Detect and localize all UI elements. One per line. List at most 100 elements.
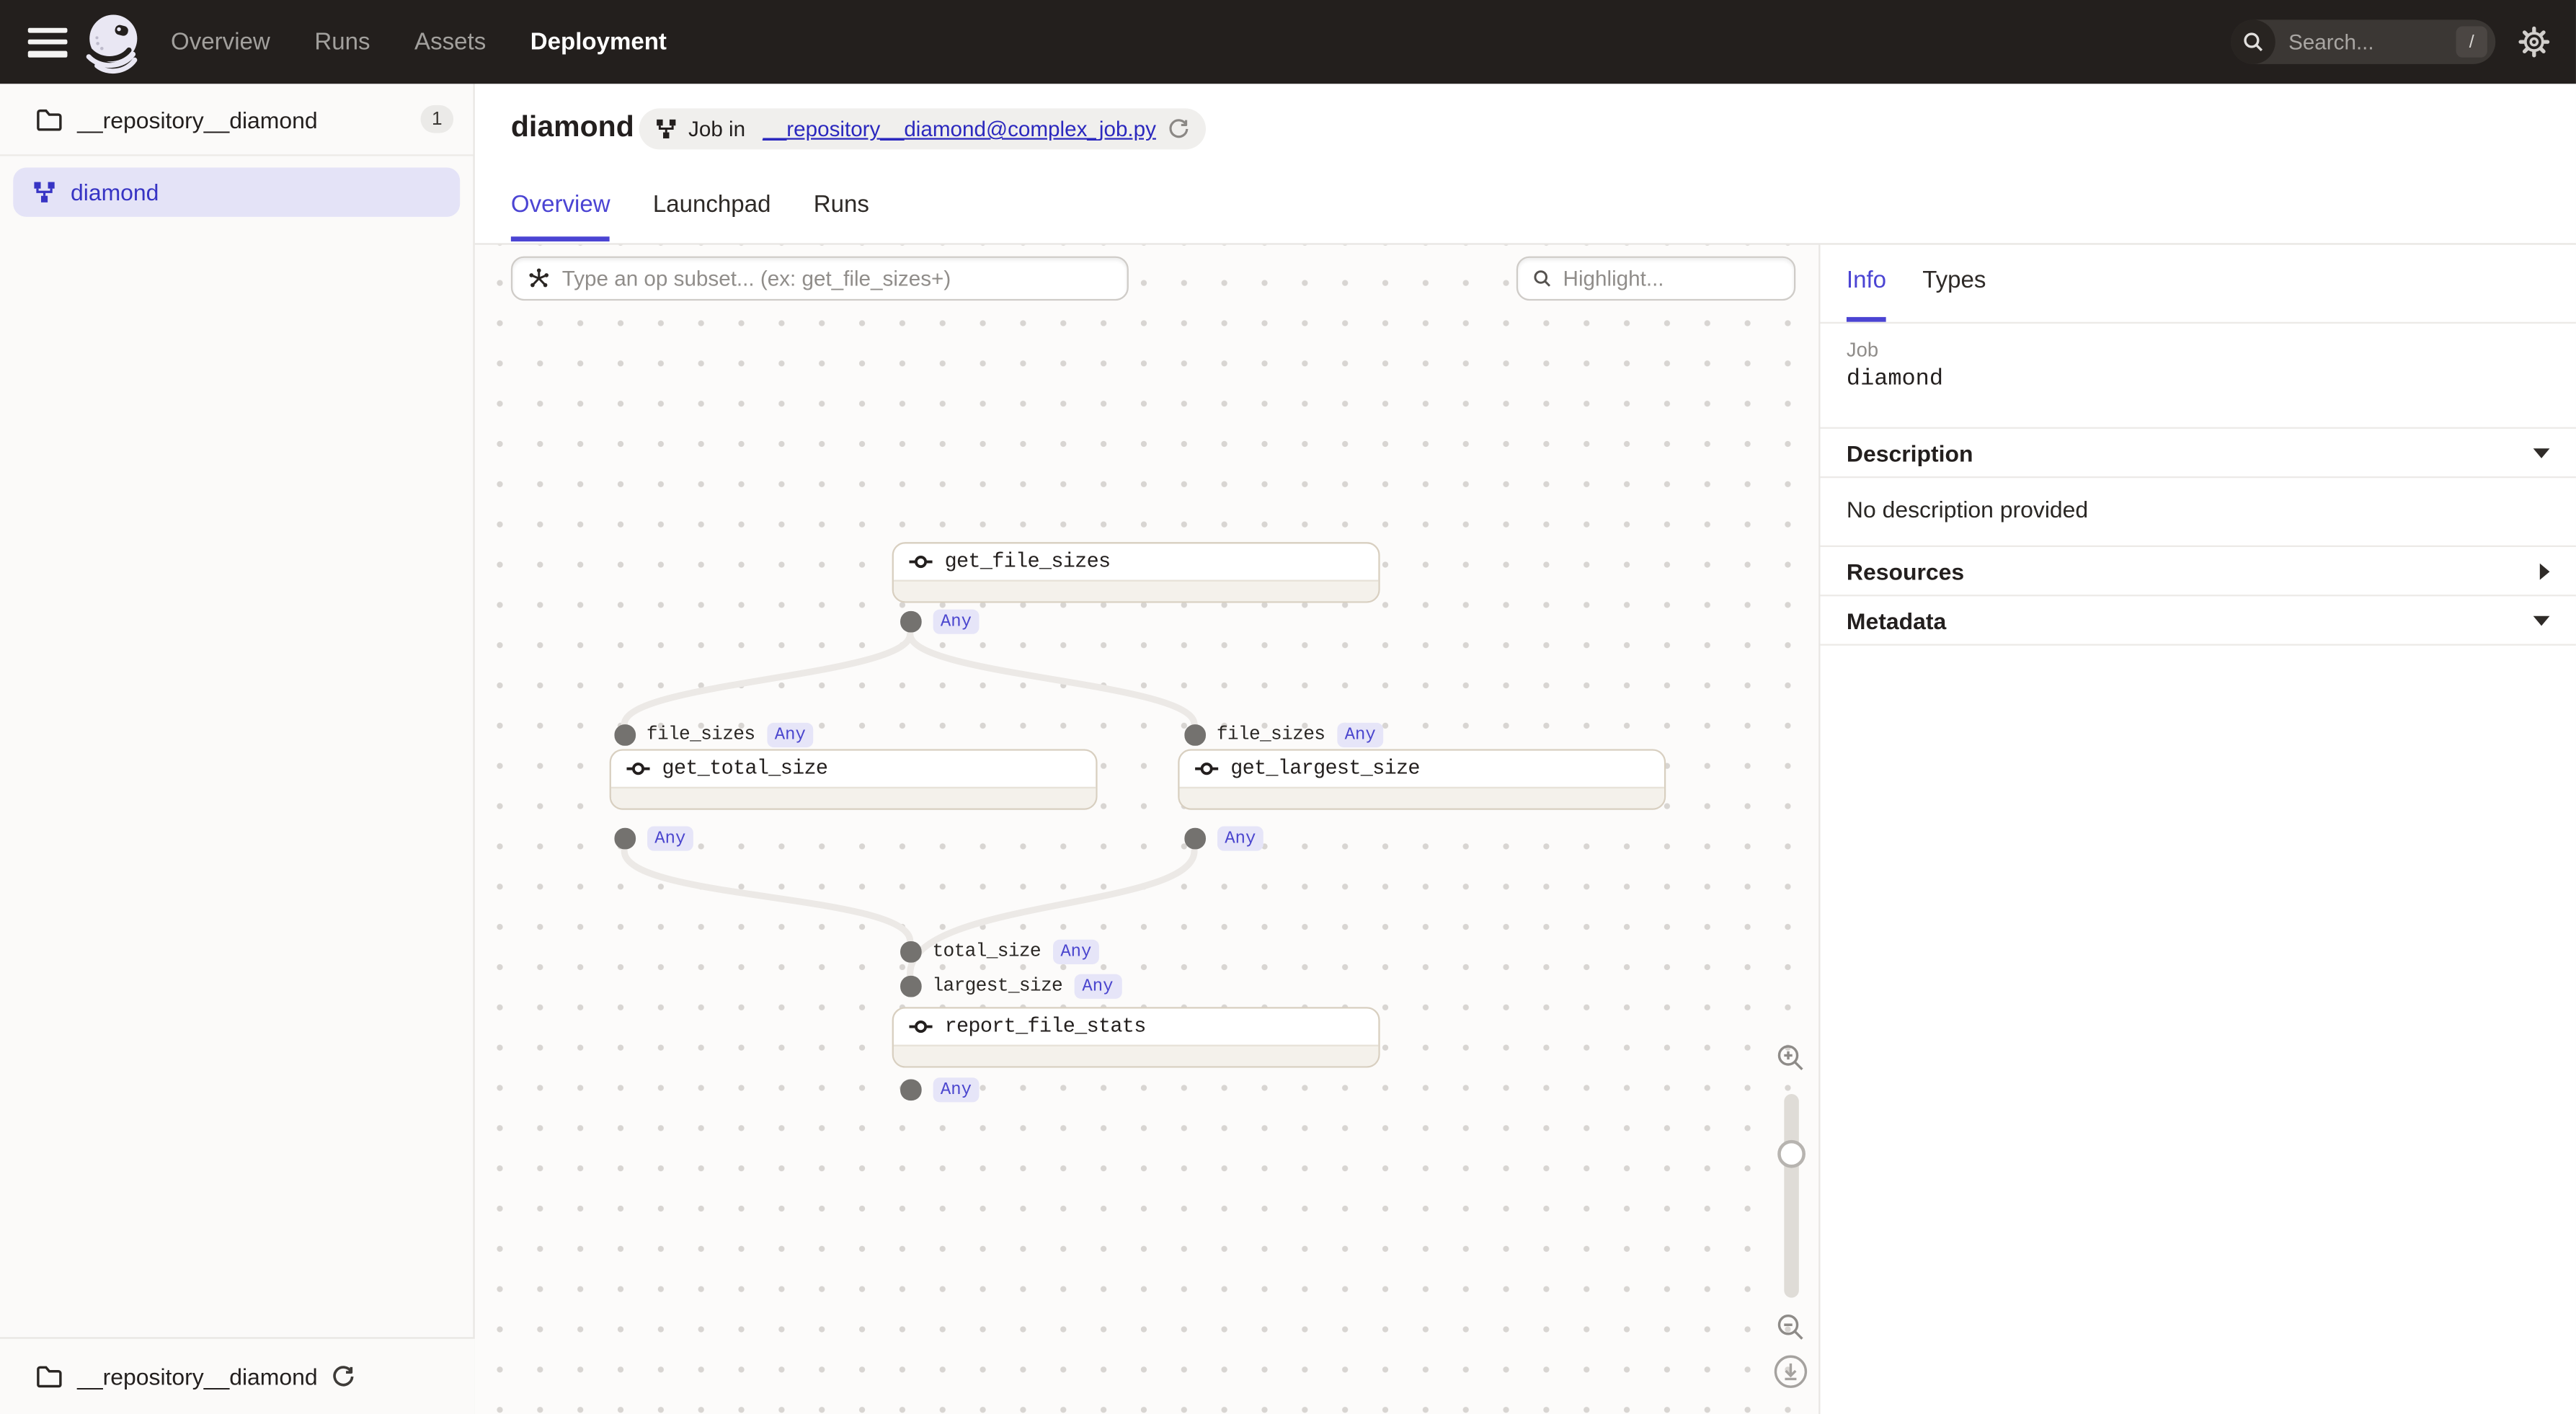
chevron-right-icon — [2540, 563, 2550, 579]
sidebar-footer: __repository__diamond — [0, 1337, 475, 1414]
job-count-badge: 1 — [421, 105, 454, 133]
nav-item-overview[interactable]: Overview — [171, 29, 270, 55]
sidebar-item-label: diamond — [71, 179, 159, 205]
op-name: get_largest_size — [1230, 757, 1420, 781]
job-header: diamond Job in __repository__diamond@com… — [475, 84, 2576, 244]
op-name: report_file_stats — [945, 1015, 1146, 1039]
op-config-strip — [611, 787, 1096, 809]
op-config-strip — [894, 1045, 1378, 1067]
section-title: Description — [1847, 440, 1973, 466]
job-info: Job diamond — [1847, 339, 1943, 393]
type-chip-any[interactable]: Any — [1052, 940, 1100, 964]
page-title: diamond — [511, 110, 634, 145]
tab-launchpad[interactable]: Launchpad — [653, 186, 771, 241]
section-metadata[interactable]: Metadata — [1820, 595, 2575, 644]
dagster-logo-icon[interactable] — [81, 9, 146, 75]
section-title: Resources — [1847, 558, 1964, 584]
zoom-slider-handle[interactable] — [1777, 1140, 1806, 1168]
nav-item-runs[interactable]: Runs — [314, 29, 370, 55]
job-value: diamond — [1847, 366, 1943, 392]
op-node-report-file-stats[interactable]: report_file_stats — [892, 1007, 1380, 1067]
output-port-report-file-stats: Any — [900, 1077, 980, 1102]
port-label: largest_size — [933, 976, 1063, 997]
type-chip-any[interactable]: Any — [647, 826, 694, 850]
sidebar-item-diamond[interactable]: diamond — [13, 167, 460, 216]
chevron-down-icon — [2533, 448, 2550, 458]
header-divider — [475, 243, 2576, 244]
highlight-input[interactable] — [1563, 266, 1780, 290]
description-content: No description provided — [1820, 476, 2575, 546]
tab-types[interactable]: Types — [1922, 259, 1986, 322]
op-name: get_total_size — [662, 757, 828, 781]
repository-row[interactable]: __repository__diamond 1 — [0, 84, 473, 156]
job-graph-icon — [33, 181, 56, 204]
global-search[interactable]: / — [2231, 19, 2495, 64]
op-graph-canvas[interactable]: get_file_sizes Any file_sizes Any get_to… — [475, 245, 1818, 1414]
port-dot — [900, 1080, 920, 1100]
tab-overview[interactable]: Overview — [511, 186, 610, 241]
section-description[interactable]: Description — [1820, 427, 2575, 476]
type-chip-any[interactable]: Any — [1074, 974, 1122, 999]
op-name: get_file_sizes — [945, 551, 1111, 574]
port-dot — [900, 942, 920, 962]
pill-prefix: Job in — [688, 117, 751, 141]
output-port-get-file-sizes: Any — [900, 610, 980, 634]
footer-repository-name: __repository__diamond — [77, 1364, 318, 1389]
output-port-get-largest-size: Any — [1184, 826, 1263, 850]
op-node-get-total-size[interactable]: get_total_size — [610, 749, 1098, 809]
input-port-largest-size: largest_size Any — [900, 974, 1122, 999]
output-port-get-total-size: Any — [614, 826, 693, 850]
panel-sections: Description No description provided Reso… — [1820, 427, 2575, 646]
input-port-file-sizes-left: file_sizes Any — [614, 723, 814, 747]
reload-icon[interactable] — [1168, 118, 1189, 140]
type-chip-any[interactable]: Any — [1217, 826, 1264, 850]
info-side-panel: Info Types Job diamond Description No de… — [1818, 245, 2576, 1414]
menu-icon[interactable] — [28, 27, 68, 57]
nav-item-assets[interactable]: Assets — [414, 29, 486, 55]
search-input[interactable] — [2275, 30, 2456, 54]
port-label: total_size — [933, 941, 1041, 963]
op-subset-filter — [511, 257, 1129, 301]
zoom-in-icon[interactable] — [1776, 1043, 1806, 1072]
op-node-get-file-sizes[interactable]: get_file_sizes — [892, 542, 1380, 602]
job-context-pill: Job in __repository__diamond@complex_job… — [639, 108, 1206, 149]
port-dot — [900, 611, 920, 631]
nav-item-deployment[interactable]: Deployment — [530, 29, 667, 55]
section-title: Metadata — [1847, 607, 1946, 633]
download-graph-icon[interactable] — [1772, 1353, 1808, 1389]
input-port-total-size: total_size Any — [900, 940, 1100, 964]
zoom-slider-track[interactable] — [1784, 1094, 1799, 1298]
zoom-out-icon[interactable] — [1776, 1312, 1806, 1342]
folder-icon — [36, 107, 62, 130]
op-selector-icon — [528, 266, 551, 290]
op-icon — [1194, 760, 1219, 777]
port-dot — [1184, 828, 1204, 848]
port-dot — [900, 976, 920, 996]
op-icon — [908, 553, 933, 570]
repository-name: __repository__diamond — [77, 106, 420, 132]
op-node-get-largest-size[interactable]: get_largest_size — [1178, 749, 1666, 809]
reload-repository-icon[interactable] — [332, 1365, 355, 1388]
type-chip-any[interactable]: Any — [1336, 723, 1384, 747]
panel-tabs: Info Types — [1847, 259, 1986, 322]
type-chip-any[interactable]: Any — [766, 723, 814, 747]
search-icon — [2231, 19, 2275, 64]
top-navbar: Overview Runs Assets Deployment / — [0, 0, 2576, 84]
tab-info[interactable]: Info — [1847, 259, 1886, 322]
type-chip-any[interactable]: Any — [933, 1077, 980, 1102]
port-dot — [614, 828, 634, 848]
port-dot — [614, 725, 634, 745]
op-subset-input[interactable] — [562, 266, 1112, 290]
op-config-strip — [1180, 787, 1664, 809]
section-resources[interactable]: Resources — [1820, 546, 2575, 595]
port-label: file_sizes — [1217, 724, 1325, 746]
settings-gear-icon[interactable] — [2518, 26, 2549, 57]
job-label: Job — [1847, 339, 1943, 362]
input-port-file-sizes-right: file_sizes Any — [1184, 723, 1384, 747]
type-chip-any[interactable]: Any — [933, 610, 980, 634]
highlight-filter — [1516, 257, 1795, 301]
tab-runs[interactable]: Runs — [814, 186, 869, 241]
repository-link[interactable]: __repository__diamond@complex_job.py — [763, 117, 1156, 141]
app-window: Overview Runs Assets Deployment / — [0, 0, 2576, 1414]
op-icon — [908, 1018, 933, 1035]
